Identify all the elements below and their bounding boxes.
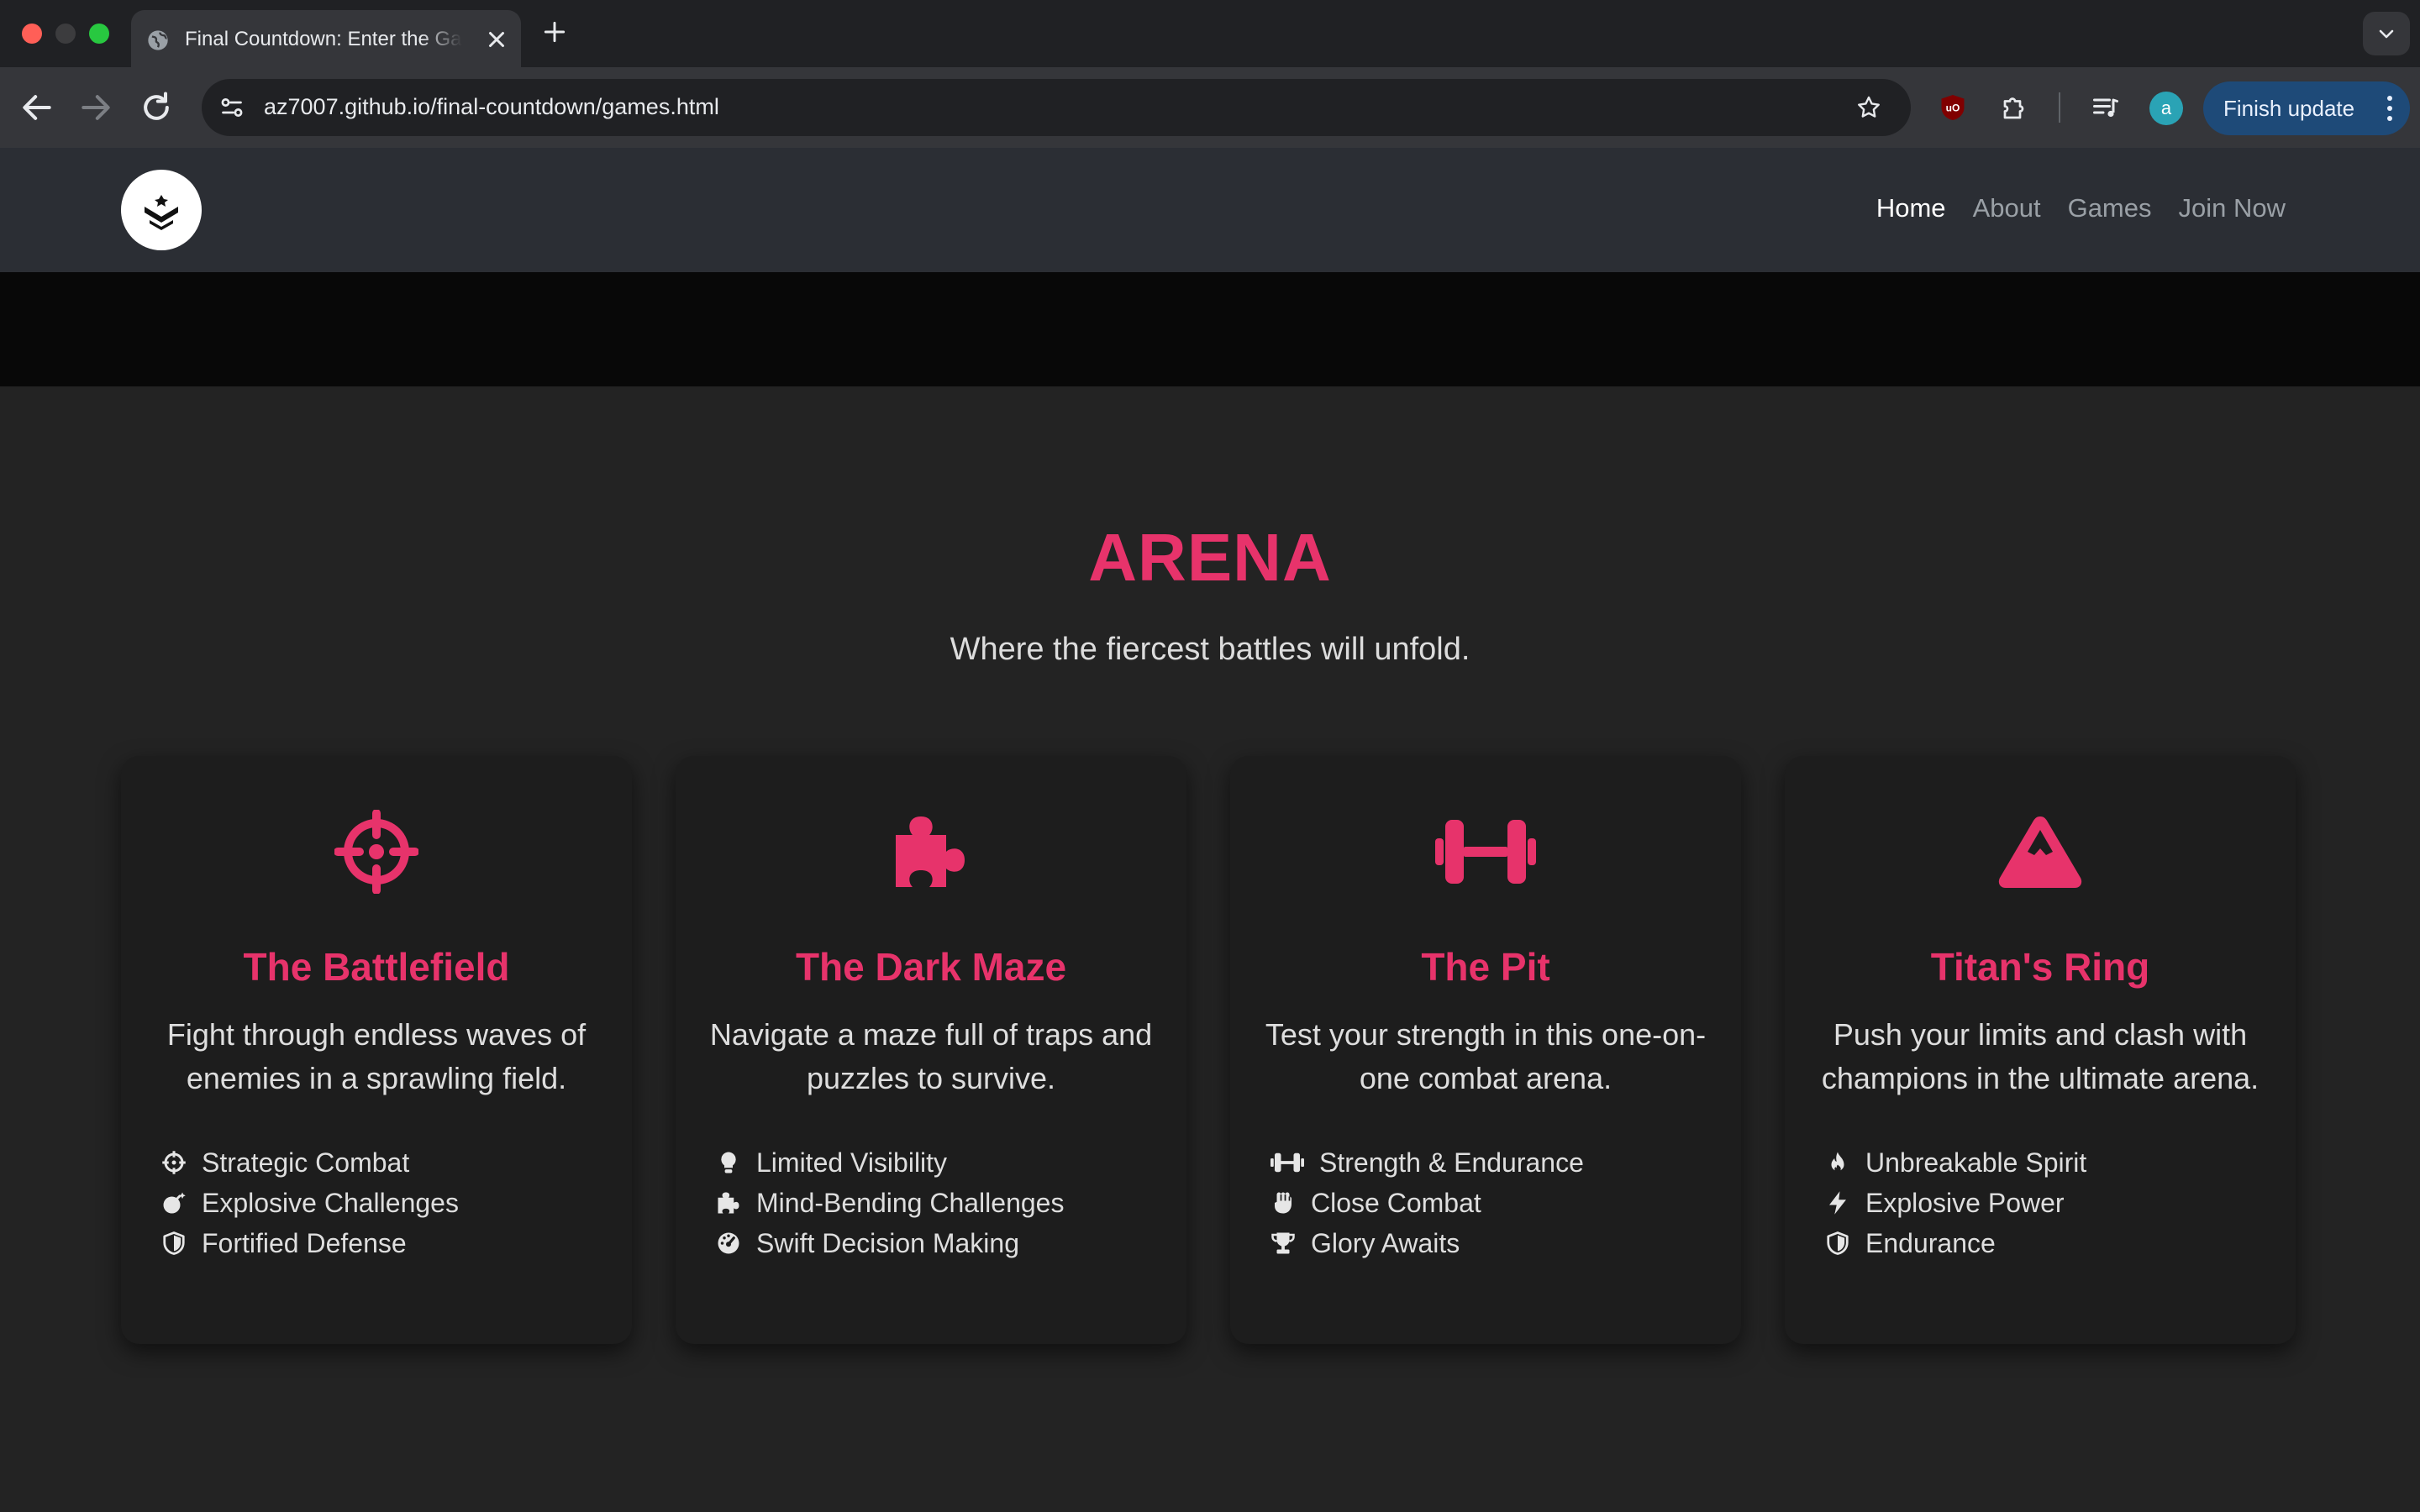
- trophy-icon: [1271, 1232, 1295, 1254]
- forward-arrow-icon[interactable]: [77, 89, 114, 126]
- close-icon[interactable]: [484, 27, 509, 52]
- gauge-icon: [718, 1232, 739, 1254]
- primary-nav: Home About Games Join Now: [1876, 193, 2286, 223]
- window-zoom-button[interactable]: [89, 24, 109, 44]
- feature-label: Mind-Bending Challenges: [756, 1187, 1065, 1218]
- feature-label: Explosive Challenges: [202, 1187, 459, 1218]
- section-subtitle: Where the fiercest battles will unfold.: [950, 632, 1470, 667]
- game-card-titans-ring[interactable]: Titan's Ring Push your limits and clash …: [1785, 756, 2296, 1344]
- feature-label: Glory Awaits: [1311, 1227, 1460, 1258]
- ublock-shield-icon[interactable]: uO: [1938, 92, 1968, 123]
- finish-update-button[interactable]: Finish update: [2203, 81, 2410, 135]
- feature-item: Strength & Endurance: [1270, 1142, 1584, 1183]
- shield-icon: [163, 1231, 185, 1255]
- url-text: az7007.github.io/final-countdown/games.h…: [264, 94, 719, 119]
- card-description: Fight through endless waves of enemies i…: [166, 1017, 587, 1095]
- browser-tab-active[interactable]: Final Countdown: Enter the Games: [131, 10, 521, 67]
- browser-toolbar: az7007.github.io/final-countdown/games.h…: [0, 67, 2420, 148]
- address-bar[interactable]: az7007.github.io/final-countdown/games.h…: [202, 79, 1911, 136]
- feature-item: Unbreakable Spirit: [1825, 1142, 2086, 1183]
- feature-label: Explosive Power: [1865, 1187, 2065, 1218]
- game-card-battlefield[interactable]: The Battlefield Fight through endless wa…: [121, 756, 632, 1344]
- fist-icon: [1275, 1192, 1292, 1214]
- card-title: The Pit: [1421, 945, 1550, 989]
- feature-list: Strategic Combat Explosive Challenges Fo…: [161, 1142, 459, 1263]
- feature-label: Unbreakable Spirit: [1865, 1147, 2087, 1178]
- card-description: Push your limits and clash with champion…: [1821, 1017, 2260, 1095]
- bomb-icon: [163, 1192, 186, 1214]
- feature-item: Explosive Challenges: [161, 1183, 459, 1223]
- feature-item: Close Combat: [1270, 1183, 1584, 1223]
- feature-item: Mind-Bending Challenges: [716, 1183, 1064, 1223]
- feature-list: Strength & Endurance Close Combat Glory …: [1270, 1142, 1584, 1263]
- feature-item: Glory Awaits: [1270, 1223, 1584, 1263]
- nav-link-about[interactable]: About: [1973, 193, 2041, 223]
- site-logo[interactable]: [121, 170, 202, 250]
- feature-list: Limited Visibility Mind-Bending Challeng…: [716, 1142, 1064, 1263]
- game-card-the-pit[interactable]: The Pit Test your strength in this one-o…: [1230, 756, 1741, 1344]
- dumbbell-icon: [1270, 1152, 1304, 1173]
- section-title: ARENA: [1088, 520, 1332, 595]
- card-icon-wrap: [1785, 810, 2296, 902]
- hero-banner: [0, 272, 2420, 386]
- game-card-dark-maze[interactable]: The Dark Maze Navigate a maze full of tr…: [676, 756, 1186, 1344]
- tab-search-button[interactable]: [2363, 12, 2410, 55]
- chevrons-down-logo-icon: [145, 195, 178, 230]
- more-vert-icon: [2387, 96, 2392, 121]
- bookmark-star-icon[interactable]: [1855, 94, 1882, 121]
- feature-list: Unbreakable Spirit Explosive Power Endur…: [1825, 1142, 2086, 1263]
- card-icon-wrap: [121, 810, 632, 902]
- media-controls-icon[interactable]: [2091, 92, 2121, 123]
- feature-item: Limited Visibility: [716, 1142, 1064, 1183]
- site-settings-icon[interactable]: [217, 92, 247, 123]
- chevron-down-icon: [2379, 29, 2394, 39]
- card-description: Navigate a maze full of traps and puzzle…: [709, 1017, 1153, 1095]
- card-icon-wrap: [676, 810, 1186, 902]
- lightbulb-icon: [721, 1152, 736, 1173]
- browser-tab-strip: Final Countdown: Enter the Games: [0, 0, 2420, 67]
- toolbar-divider: [2059, 92, 2060, 123]
- feature-item: Fortified Defense: [161, 1223, 459, 1263]
- card-title: Titan's Ring: [1930, 945, 2150, 989]
- feature-label: Swift Decision Making: [756, 1227, 1019, 1258]
- feature-item: Strategic Combat: [161, 1142, 459, 1183]
- mountain-icon: [1998, 816, 2082, 888]
- feature-label: Strategic Combat: [202, 1147, 410, 1178]
- finish-update-label: Finish update: [2223, 96, 2355, 121]
- fire-icon: [1831, 1152, 1844, 1173]
- feature-item: Explosive Power: [1825, 1183, 2086, 1223]
- nav-link-home[interactable]: Home: [1876, 193, 1946, 223]
- globe-icon: [148, 30, 168, 50]
- puzzle-icon: [896, 816, 965, 887]
- feature-label: Endurance: [1865, 1227, 1996, 1258]
- dumbbell-icon: [1435, 820, 1536, 884]
- card-title: The Dark Maze: [795, 945, 1067, 989]
- window-close-button[interactable]: [22, 24, 42, 44]
- card-title: The Battlefield: [243, 945, 510, 989]
- reload-icon[interactable]: [138, 89, 175, 126]
- feature-item: Endurance: [1825, 1223, 2086, 1263]
- back-arrow-icon[interactable]: [18, 89, 55, 126]
- bolt-icon: [1829, 1191, 1846, 1215]
- extensions-puzzle-icon[interactable]: [2000, 92, 2030, 123]
- new-tab-button[interactable]: [541, 18, 568, 45]
- profile-avatar[interactable]: a: [2149, 92, 2183, 125]
- feature-label: Fortified Defense: [202, 1227, 407, 1258]
- feature-label: Strength & Endurance: [1319, 1147, 1584, 1178]
- crosshairs-icon: [162, 1151, 186, 1174]
- feature-item: Swift Decision Making: [716, 1223, 1064, 1263]
- site-navbar: Home About Games Join Now: [0, 148, 2420, 272]
- card-description: Test your strength in this one-on-one co…: [1265, 1017, 1707, 1095]
- nav-link-games[interactable]: Games: [2068, 193, 2152, 223]
- feature-label: Close Combat: [1311, 1187, 1481, 1218]
- svg-text:uO: uO: [1946, 102, 1960, 114]
- tab-title: Final Countdown: Enter the Games: [185, 28, 462, 50]
- crosshairs-icon: [334, 810, 418, 894]
- puzzle-icon: [718, 1192, 739, 1214]
- window-minimize-button[interactable]: [55, 24, 76, 44]
- nav-link-join-now[interactable]: Join Now: [2179, 193, 2286, 223]
- card-icon-wrap: [1230, 810, 1741, 902]
- shield-icon: [1827, 1231, 1849, 1255]
- feature-label: Limited Visibility: [756, 1147, 948, 1178]
